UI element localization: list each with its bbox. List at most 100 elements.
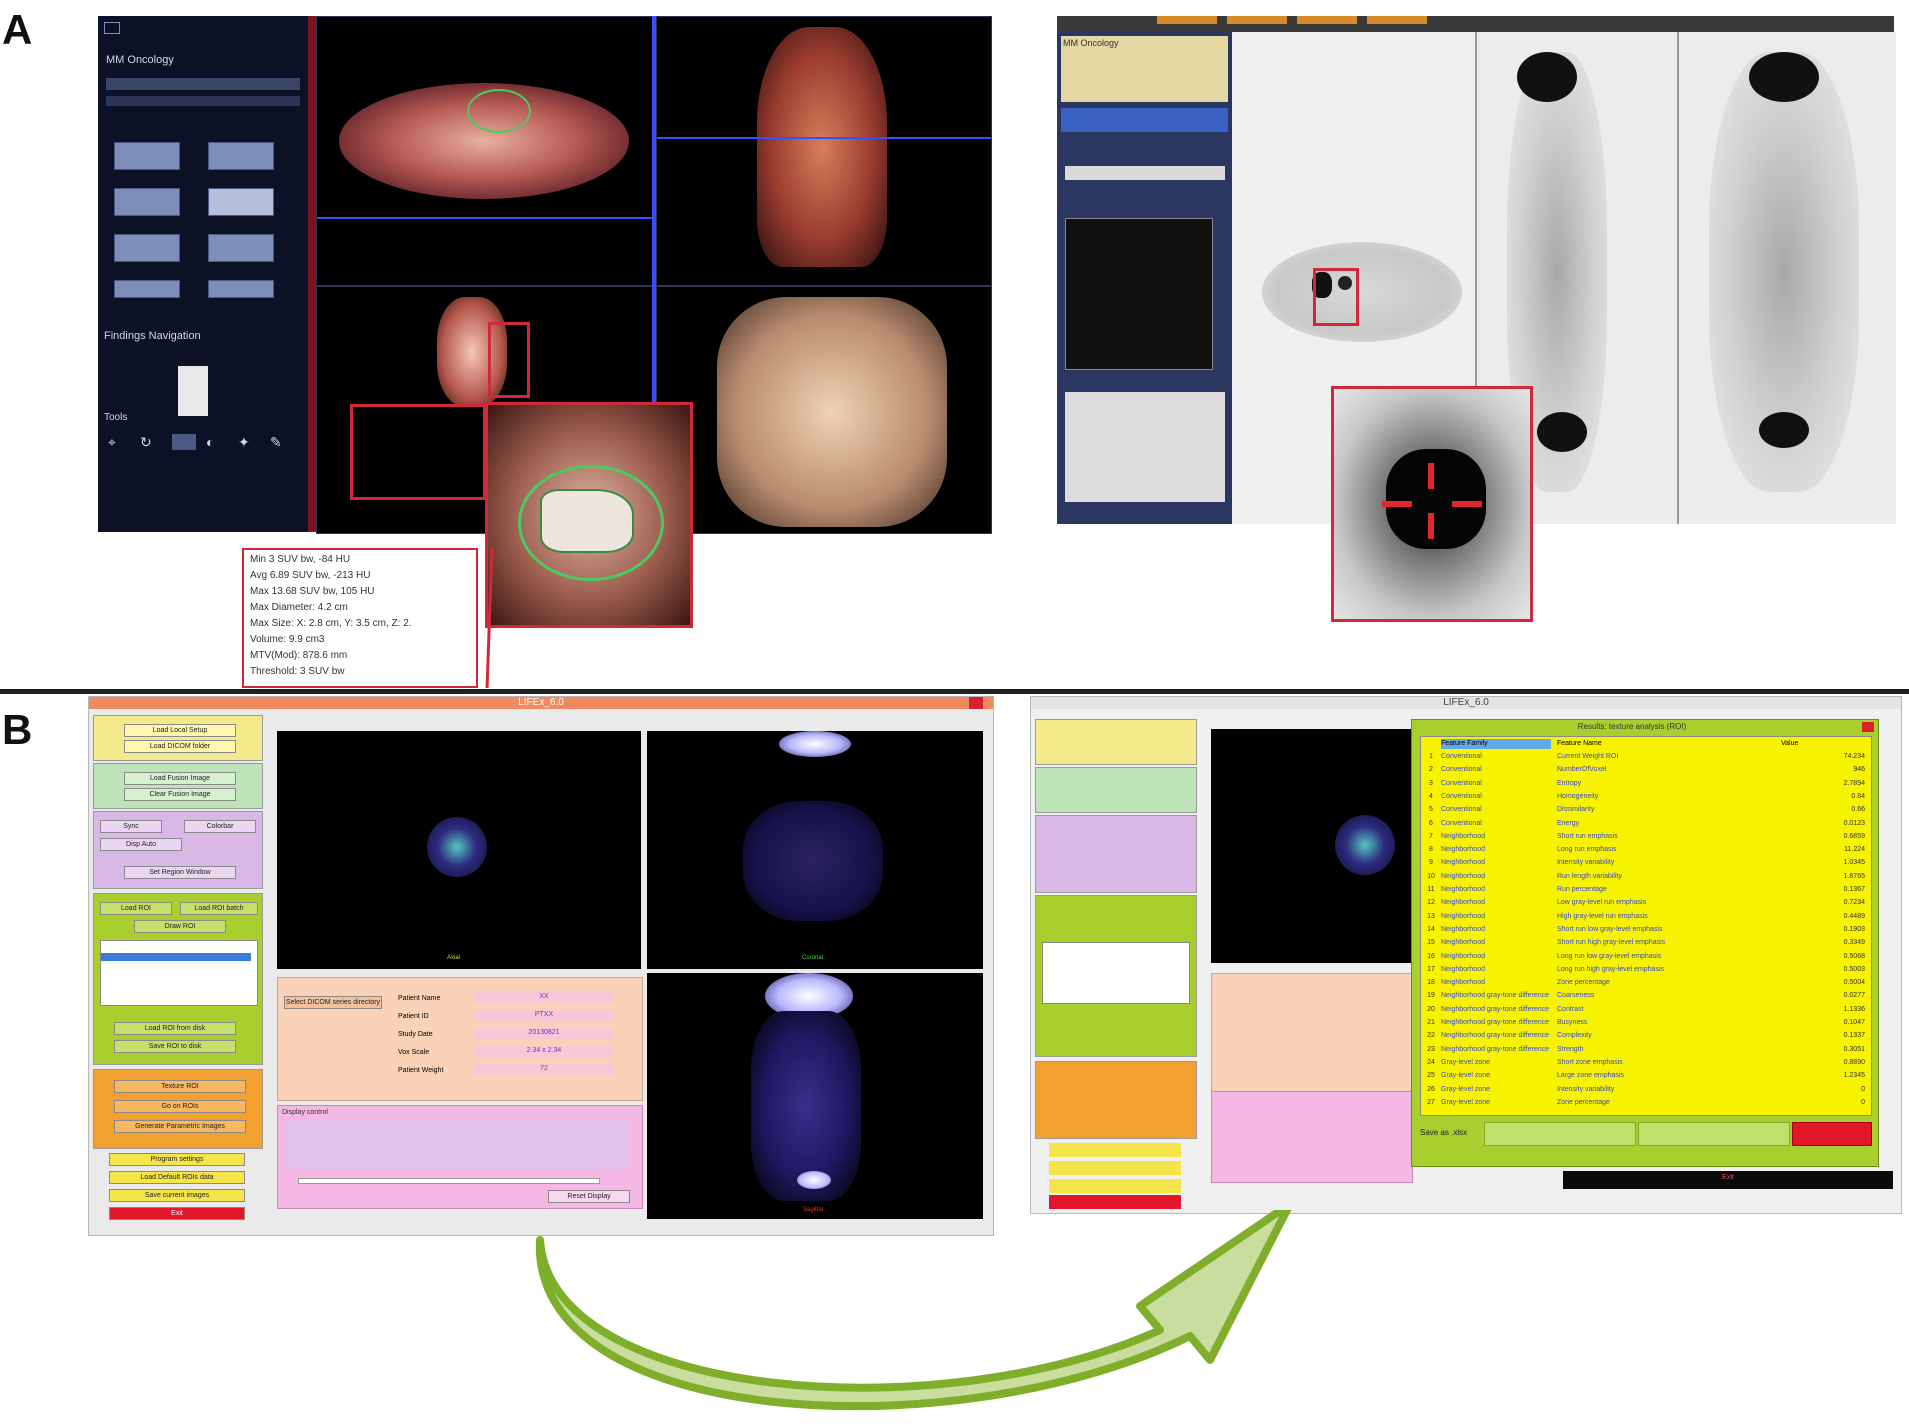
layout-thumb[interactable] [114,280,180,298]
toolbar-tab[interactable] [1227,16,1287,24]
disp-auto-checkbox[interactable]: Disp Auto [100,838,182,851]
roi-list[interactable] [1042,942,1190,1004]
texture-roi-button[interactable]: Texture ROI [114,1080,246,1093]
table-row[interactable]: 25 Gray-level zone Large zone emphasis 1.23… [1421,1070,1871,1083]
table-row[interactable]: 20 Neighborhood gray-tone difference Contr… [1421,1004,1871,1017]
table-row[interactable]: 12 Neighborhood Low gray-level run emphasi… [1421,897,1871,910]
sync-button[interactable]: Sync [100,820,162,833]
load-local-setup-button[interactable]: Load Local Setup [124,724,236,737]
table-row[interactable]: 5 Conventional Dissimilarity 0.66 [1421,804,1871,817]
table-row[interactable]: 4 Conventional Homogeneity 0.84 [1421,791,1871,804]
program-settings-button[interactable]: Program settings [109,1153,245,1166]
results-exit-button[interactable] [1792,1122,1872,1146]
set-region-window-button[interactable]: Set Region Window [124,866,236,879]
clear-fusion-button[interactable]: Clear Fusion Image [124,788,236,801]
axial-view[interactable]: Axial [277,731,641,969]
load-roi-batch-button[interactable]: Load ROI batch [180,902,258,915]
save-current-images-button[interactable] [1049,1179,1181,1193]
zoom-tool-icon[interactable] [172,434,196,450]
display-slider[interactable] [298,1178,600,1184]
table-row[interactable]: 24 Gray-level zone Short zone emphasis 0.88… [1421,1057,1871,1070]
table-row[interactable]: 2 Conventional NumberOfVoxel 946 [1421,764,1871,777]
colorbar-select[interactable]: Colorbar [184,820,256,833]
select-dicom-button[interactable]: Select DICOM series directory [284,996,382,1009]
layout-thumb[interactable] [114,142,180,170]
table-row[interactable]: 15 Neighborhood Short run high gray-level … [1421,937,1871,950]
reset-display-button[interactable]: Reset Display [548,1190,630,1203]
thumbnail-grid[interactable] [1065,218,1213,370]
roi-list-selected-item[interactable] [101,953,251,961]
table-row[interactable]: 27 Gray-level zone Zone percentage 0 [1421,1097,1871,1110]
toolbar-tab[interactable] [1367,16,1427,24]
pin-tool-icon[interactable]: ✦ [238,434,260,450]
3d-volume-viewport[interactable] [656,286,992,534]
patient-name-value[interactable]: XX [474,992,614,1004]
roi-list[interactable] [100,940,258,1006]
layout-thumb[interactable] [208,234,274,262]
rotate-tool-icon[interactable]: ↻ [140,434,162,450]
go-on-rois-button[interactable]: Go on ROIs [114,1100,246,1113]
sagittal-view[interactable]: Sagittal [647,973,983,1219]
table-row[interactable]: 9 Neighborhood Intensity variability 1.0345 [1421,857,1871,870]
toolbar-tab[interactable] [1157,16,1217,24]
coronal-view[interactable]: Coronal [647,731,983,969]
table-row[interactable]: 6 Conventional Energy 0.0123 [1421,818,1871,831]
generate-parametric-button[interactable]: Generate Parametric Images [114,1120,246,1133]
patient-id-value[interactable]: PTXX [474,1010,614,1022]
load-dicom-button[interactable]: Load DICOM folder [124,740,236,753]
results-table[interactable]: Feature Family Feature Name Value 1 Conve… [1420,736,1872,1116]
table-row[interactable]: 11 Neighborhood Run percentage 0.1367 [1421,884,1871,897]
display-sliders-area[interactable] [286,1120,630,1170]
table-row[interactable]: 26 Gray-level zone Intensity variability 0 [1421,1084,1871,1097]
exit-button[interactable] [1049,1195,1181,1209]
table-row[interactable]: 22 Neighborhood gray-tone difference Compl… [1421,1030,1871,1043]
table-row[interactable]: 7 Neighborhood Short run emphasis 0.6859 [1421,831,1871,844]
table-row[interactable]: 17 Neighborhood Long run high gray-level e… [1421,964,1871,977]
pointer-tool-icon[interactable]: ⌖ [108,434,130,450]
menu-icon[interactable] [104,22,120,34]
layout-thumb[interactable] [114,188,180,216]
layout-thumb[interactable] [208,188,274,216]
table-row[interactable]: 8 Neighborhood Long run emphasis 11.224 [1421,844,1871,857]
table-row[interactable]: 23 Neighborhood gray-tone difference Stren… [1421,1044,1871,1057]
table-row[interactable]: 13 Neighborhood High gray-level run emphas… [1421,911,1871,924]
table-row[interactable]: 3 Conventional Entropy 2.7894 [1421,778,1871,791]
measure-tool-icon[interactable]: ✎ [270,434,292,450]
coronal-mip-viewport[interactable] [1677,32,1896,524]
load-fusion-button[interactable]: Load Fusion Image [124,772,236,785]
table-row[interactable]: 16 Neighborhood Long run low gray-level em… [1421,951,1871,964]
load-default-rois-button[interactable] [1049,1161,1181,1175]
table-row[interactable]: 10 Neighborhood Run length variability 1.87… [1421,871,1871,884]
draw-roi-button[interactable]: Draw ROI [134,920,226,933]
axial-fused-viewport[interactable] [316,16,654,286]
table-row[interactable]: 19 Neighborhood gray-tone difference Coars… [1421,990,1871,1003]
coronal-3d-viewport[interactable] [656,16,992,286]
load-roi-button[interactable]: Load ROI [100,902,172,915]
save-current-images-button[interactable]: Save current images [109,1189,245,1202]
axial-view[interactable] [1211,729,1411,963]
table-row[interactable]: 21 Neighborhood gray-tone difference Busyn… [1421,1017,1871,1030]
series-strip[interactable] [1065,166,1225,180]
close-icon[interactable] [1862,722,1874,732]
window-tool-icon[interactable]: ◐ [206,434,228,450]
layout-thumb[interactable] [208,142,274,170]
save-button[interactable] [1638,1122,1790,1146]
table-row[interactable]: 1 Conventional Current Weight ROI 74.234 [1421,751,1871,764]
layout-thumb[interactable] [208,280,274,298]
column-header[interactable]: Feature Name [1557,739,1697,749]
column-header[interactable]: Value [1781,739,1861,749]
load-roi-from-disk-button[interactable]: Load ROI from disk [114,1022,236,1035]
navigation-thumbnail[interactable] [178,366,208,416]
program-settings-button[interactable] [1049,1143,1181,1157]
layout-dropdown[interactable] [106,78,300,90]
table-row[interactable]: 18 Neighborhood Zone percentage 0.5004 [1421,977,1871,990]
process-button[interactable] [1061,108,1228,132]
close-icon[interactable] [969,697,983,709]
study-date-value[interactable]: 20130821 [474,1028,614,1040]
vox-scale-value[interactable]: 2.34 x 2.34 [474,1046,614,1058]
column-header[interactable]: Feature Family [1441,739,1551,749]
save-path-field[interactable] [1484,1122,1636,1146]
toolbar-tab[interactable] [1297,16,1357,24]
patient-weight-value[interactable]: 72 [474,1064,614,1076]
table-row[interactable]: 14 Neighborhood Short run low gray-level e… [1421,924,1871,937]
